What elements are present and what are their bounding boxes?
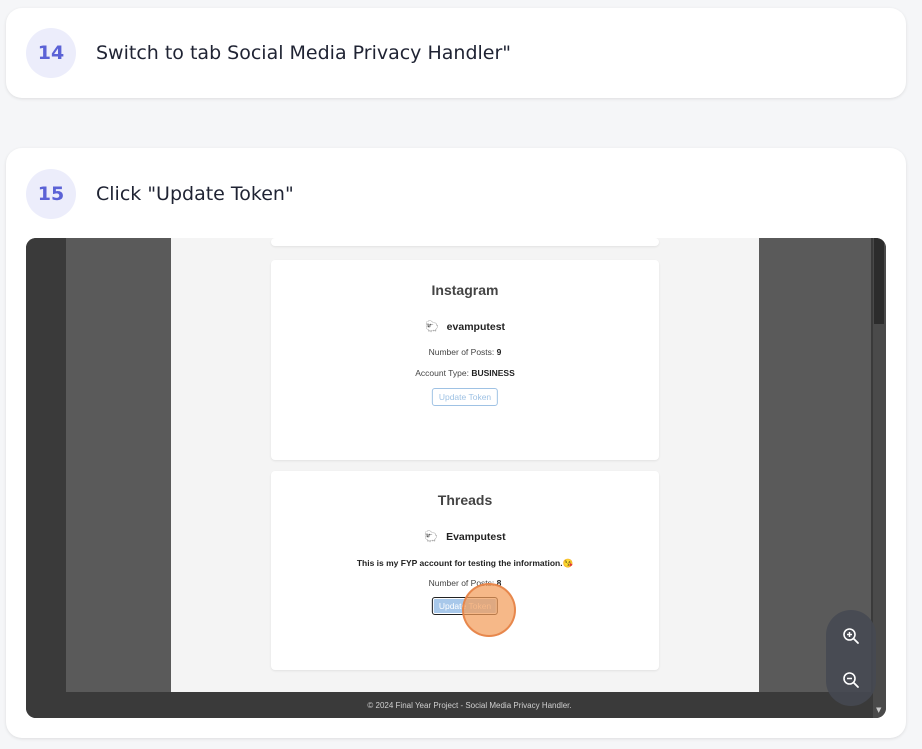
- zoom-controls: [826, 610, 876, 706]
- update-token-button[interactable]: Update Token: [431, 388, 499, 406]
- step-number-badge: 15: [26, 169, 76, 219]
- posts-label: Number of Posts:: [428, 347, 495, 357]
- screenshot-left-gutter: [26, 238, 66, 718]
- account-username: evamputest: [446, 320, 506, 333]
- step-number-badge: 14: [26, 28, 76, 78]
- account-type-value: BUSINESS: [471, 368, 515, 378]
- posts-count-line: Number of Posts: 8: [271, 578, 659, 588]
- account-description: This is my FYP account for testing the i…: [356, 558, 574, 568]
- avatar-icon: 🐑: [424, 531, 439, 543]
- account-type-label: Account Type:: [415, 368, 469, 378]
- step-instruction: Switch to tab Social Media Privacy Handl…: [96, 42, 512, 64]
- click-indicator: [462, 583, 516, 637]
- step-instruction: Click "Update Token": [96, 183, 294, 205]
- zoom-in-button[interactable]: [826, 614, 876, 658]
- scrollbar-thumb[interactable]: [874, 238, 884, 324]
- platform-title: Threads: [437, 492, 493, 508]
- account-username-row: 🐑 Evamputest: [271, 530, 659, 544]
- step-card-14: 14 Switch to tab Social Media Privacy Ha…: [6, 8, 906, 98]
- previous-platform-card: [271, 238, 659, 246]
- posts-count-line: Number of Posts: 9: [271, 347, 659, 357]
- avatar-icon: 🐑: [424, 321, 439, 333]
- scroll-down-arrow-icon[interactable]: ▼: [876, 706, 881, 714]
- page-footer: © 2024 Final Year Project - Social Media…: [66, 692, 873, 718]
- zoom-out-button[interactable]: [826, 658, 876, 702]
- account-type-line: Account Type: BUSINESS: [271, 368, 659, 378]
- threads-card: Threads 🐑 Evamputest This is my FYP acco…: [271, 471, 659, 670]
- zoom-in-icon: [843, 628, 859, 644]
- platform-title: Instagram: [431, 282, 499, 298]
- zoom-out-icon: [843, 672, 859, 688]
- account-username: Evamputest: [446, 530, 506, 543]
- account-username-row: 🐑 evamputest: [271, 320, 659, 334]
- step-screenshot: Instagram 🐑 evamputest Number of Posts: …: [26, 238, 886, 718]
- instagram-card: Instagram 🐑 evamputest Number of Posts: …: [271, 260, 659, 460]
- posts-value: 9: [496, 347, 502, 357]
- step-card-15: 15 Click "Update Token" Instagram 🐑 evam…: [6, 148, 906, 738]
